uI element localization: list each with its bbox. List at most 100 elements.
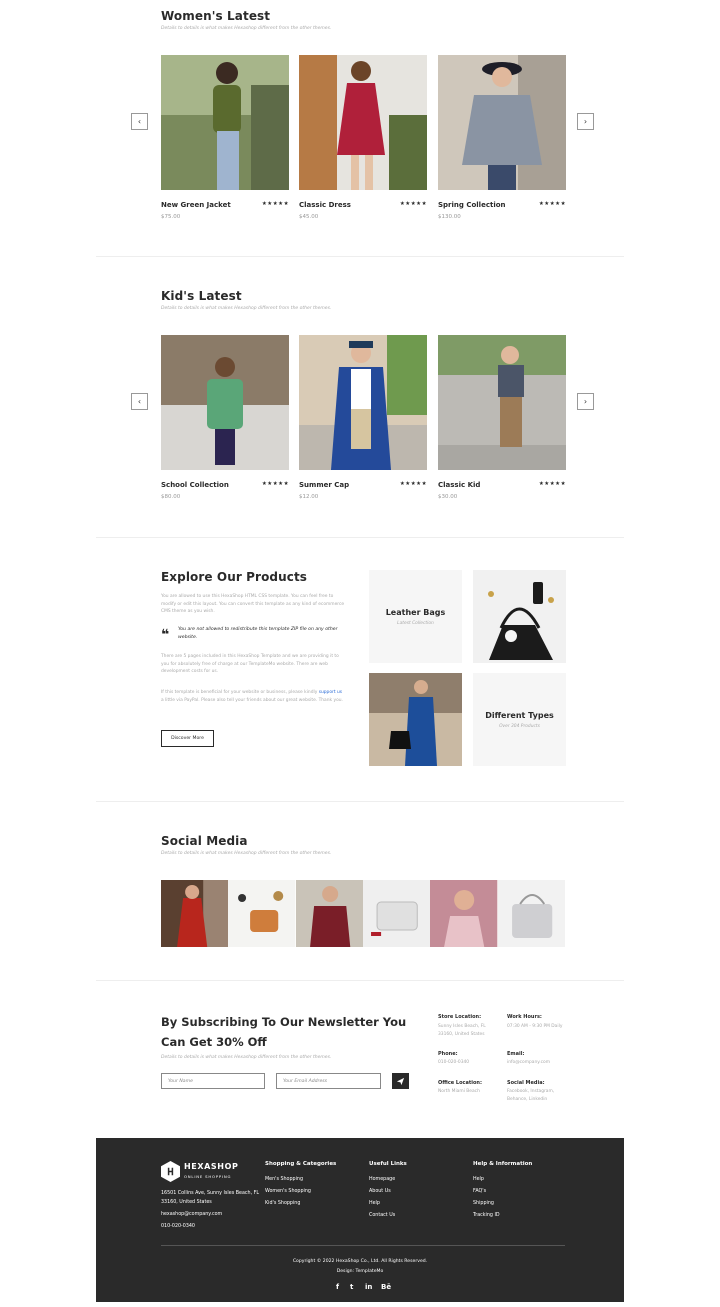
explore-section: Explore Our Products You are allowed to … [0, 560, 720, 790]
carousel-next-button[interactable]: › [577, 113, 594, 130]
footer-link[interactable]: FAQ's [473, 1189, 486, 1194]
product-price: $45.00 [299, 214, 319, 220]
twitter-icon[interactable]: t [350, 1283, 353, 1291]
gallery-image[interactable] [161, 880, 229, 947]
product-name[interactable]: New Green Jacket [161, 201, 231, 209]
product-image [299, 55, 427, 190]
email-label: Email: [507, 1051, 525, 1057]
leather-bags-tile[interactable]: Leather Bags Latest Collection [369, 570, 462, 663]
chevron-right-icon: › [583, 397, 588, 406]
rating-stars: ★★★★★ [538, 481, 566, 487]
logo-tagline: ONLINE SHOPPING [184, 1174, 232, 1179]
hexashop-logo-icon [161, 1161, 180, 1182]
footer-address: 16501 Collins Ave, Sunny Isles Beach, FL… [161, 1191, 260, 1205]
tile-subtitle: Latest Collection [397, 620, 434, 626]
section-title: Social Media [161, 834, 248, 848]
different-types-tile[interactable]: Different Types Over 304 Products [473, 673, 566, 766]
section-subtitle: Details to details is what makes Hexasho… [161, 306, 332, 311]
gallery-image[interactable] [295, 880, 363, 947]
quote-icon: ❝ [161, 627, 170, 643]
gallery-image[interactable] [228, 880, 296, 947]
rating-stars: ★★★★★ [261, 201, 289, 207]
footer-email[interactable]: hexashop@company.com [161, 1212, 222, 1217]
footer-link[interactable]: Shipping [473, 1201, 494, 1206]
footer-link[interactable]: Contact Us [369, 1213, 395, 1218]
gallery-image[interactable] [497, 880, 565, 947]
product-name[interactable]: Spring Collection [438, 201, 506, 209]
footer-link[interactable]: Help [473, 1177, 484, 1182]
email-input[interactable]: Your Email Address [276, 1073, 381, 1089]
product-name[interactable]: Classic Dress [299, 201, 351, 209]
logo-name[interactable]: HEXASHOP [184, 1162, 238, 1171]
office-location-value: North Miami Beach [438, 1089, 480, 1094]
footer-link[interactable]: Women's Shopping [265, 1189, 311, 1194]
social-gallery [161, 880, 565, 947]
product-price: $80.00 [161, 494, 181, 500]
discover-more-button[interactable]: Discover More [161, 730, 214, 747]
product-image [438, 335, 566, 470]
footer-divider [161, 1245, 565, 1246]
product-name[interactable]: Classic Kid [438, 481, 480, 489]
carousel-next-button[interactable]: › [577, 393, 594, 410]
facebook-icon[interactable]: f [336, 1283, 339, 1291]
product-name[interactable]: Summer Cap [299, 481, 349, 489]
section-title: Kid's Latest [161, 289, 242, 303]
carousel-prev-button[interactable]: ‹ [131, 393, 148, 410]
product-card[interactable]: Classic Dress ★★★★★ $45.00 [299, 55, 427, 220]
accessories-image [473, 570, 566, 663]
behance-icon[interactable]: Bē [381, 1283, 391, 1291]
product-price: $130.00 [438, 214, 461, 220]
product-card[interactable]: Summer Cap ★★★★★ $12.00 [299, 335, 427, 500]
product-card[interactable]: Spring Collection ★★★★★ $130.00 [438, 55, 566, 220]
gallery-image[interactable] [362, 880, 431, 947]
women-latest-section: Women's Latest Details to details is wha… [0, 0, 720, 250]
social-media-label: Social Media: [507, 1080, 545, 1086]
footer-column-title: Shopping & Categories [265, 1161, 337, 1167]
kids-latest-section: Kid's Latest Details to details is what … [0, 280, 720, 530]
support-us-link[interactable]: support us [319, 690, 342, 695]
newsletter-title: By Subscribing To Our Newsletter You Can… [161, 1015, 407, 1050]
product-image [438, 55, 566, 190]
section-title: Explore Our Products [161, 570, 308, 584]
rating-stars: ★★★★★ [399, 201, 427, 207]
linkedin-icon[interactable]: in [365, 1283, 372, 1291]
product-card[interactable]: New Green Jacket ★★★★★ $75.00 [161, 55, 289, 220]
product-price: $30.00 [438, 494, 458, 500]
product-card[interactable]: School Collection ★★★★★ $80.00 [161, 335, 289, 500]
work-hours-label: Work Hours: [507, 1014, 542, 1020]
footer-link[interactable]: About Us [369, 1189, 391, 1194]
woman-jumpsuit-image [369, 673, 462, 766]
design-credit[interactable]: Design: TemplateMo [96, 1269, 624, 1274]
email-value[interactable]: info@company.com [507, 1059, 569, 1067]
footer-phone: 010-020-0340 [161, 1224, 195, 1229]
footer-link[interactable]: Kid's Shopping [265, 1201, 300, 1206]
copyright-text: Copyright © 2022 HexaShop Co., Ltd. All … [292, 1259, 428, 1264]
office-location-label: Office Location: [438, 1080, 482, 1086]
product-name[interactable]: School Collection [161, 481, 229, 489]
product-price: $75.00 [161, 214, 181, 220]
tile-title: Leather Bags [385, 607, 446, 617]
store-location-label: Store Location: [438, 1014, 482, 1020]
subscribe-button[interactable] [392, 1073, 409, 1089]
footer-link[interactable]: Help [369, 1201, 380, 1206]
newsletter-subtitle: Details to details is what makes Hexasho… [161, 1055, 332, 1060]
section-divider [96, 980, 624, 981]
footer-link[interactable]: Homepage [369, 1177, 395, 1182]
section-divider [96, 537, 624, 538]
gallery-image[interactable] [430, 880, 498, 947]
footer-link[interactable]: Men's Shopping [265, 1177, 303, 1182]
product-image [161, 55, 289, 190]
section-divider [96, 256, 624, 257]
footer-column-title: Useful Links [369, 1161, 407, 1167]
product-price: $12.00 [299, 494, 319, 500]
name-input[interactable]: Your Name [161, 1073, 265, 1089]
section-subtitle: Details to details is what makes Hexasho… [161, 26, 332, 31]
carousel-prev-button[interactable]: ‹ [131, 113, 148, 130]
explore-paragraph: You are allowed to use this HexaShop HTM… [161, 594, 345, 615]
footer: HEXASHOP ONLINE SHOPPING 16501 Collins A… [96, 1138, 624, 1302]
footer-link[interactable]: Tracking ID [473, 1213, 500, 1218]
social-media-value: Facebook, Instagram, Behance, Linkedin [507, 1089, 555, 1102]
product-card[interactable]: Classic Kid ★★★★★ $30.00 [438, 335, 566, 500]
phone-label: Phone: [438, 1051, 458, 1057]
section-title: Women's Latest [161, 9, 271, 23]
